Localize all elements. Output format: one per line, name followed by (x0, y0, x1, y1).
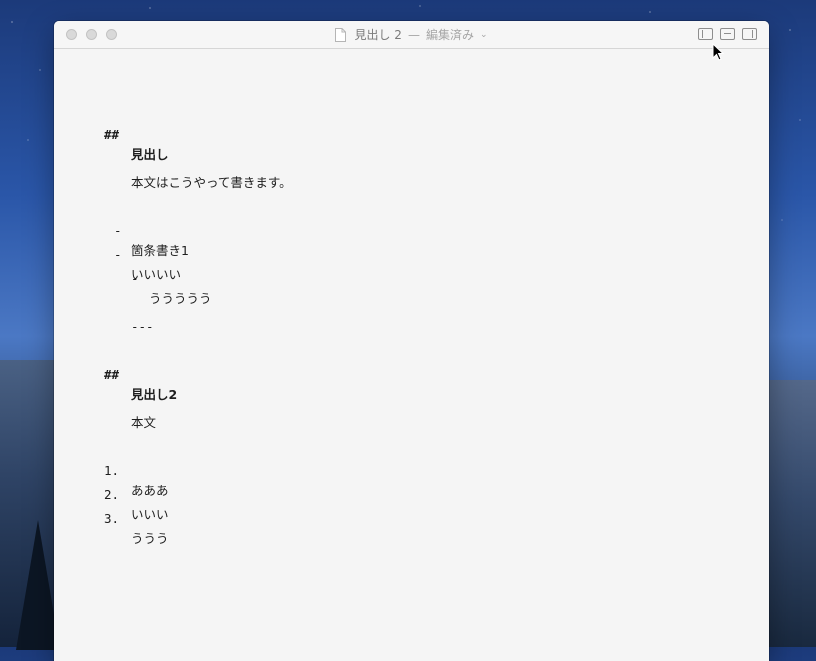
layout-icon[interactable] (720, 28, 735, 40)
mouse-pointer-icon (712, 43, 724, 61)
window-title[interactable]: 見出し 2 — 編集済み ⌄ (54, 21, 769, 48)
heading-marker: ## (104, 367, 120, 382)
numbered-text: いいい (131, 507, 169, 522)
numbered-line: 3. ううう (54, 489, 169, 546)
sub-bullet-text: ううううう (149, 291, 212, 306)
toolbar-buttons (698, 28, 757, 40)
editor-window: 見出し 2 — 編集済み ⌄ ## 見出し 本文はこうやって書きます。 - 箇条… (54, 21, 769, 661)
edit-status: 編集済み (425, 28, 474, 42)
heading-marker: ## (104, 127, 120, 142)
chevron-down-icon[interactable]: ⌄ (480, 30, 488, 40)
document-icon (335, 27, 347, 42)
heading-text: 見出し2 (131, 387, 178, 402)
numbered-text: あああ (131, 483, 169, 498)
editor-text-area[interactable]: ## 見出し 本文はこうやって書きます。 - 箇条書き1 - いいいい - うう… (54, 49, 769, 661)
title-separator: — (407, 27, 420, 42)
heading-line: ## 見出し2 (54, 345, 177, 402)
numbered-line: 2. いいい (54, 465, 169, 522)
body-text: 本文はこうやって書きます。 (131, 175, 292, 190)
number-marker: 1. (104, 463, 120, 478)
numbered-line: 1. あああ (54, 441, 169, 498)
numbered-text: ううう (131, 531, 169, 546)
body-line: 本文 (54, 393, 156, 430)
heading-text: 見出し (131, 147, 169, 162)
number-marker: 3. (104, 511, 120, 526)
body-line: 本文はこうやって書きます。 (54, 153, 292, 190)
document-name: 見出し 2 (354, 28, 402, 42)
number-marker: 2. (104, 487, 120, 502)
horizontal-rule-line: --- (54, 297, 154, 334)
bullet-text: 箇条書き1 (131, 243, 189, 258)
sub-bullet-line: - ううううう (54, 249, 212, 306)
desktop-mountain-right (768, 380, 816, 647)
title-bar[interactable]: 見出し 2 — 編集済み ⌄ (54, 21, 769, 49)
sidebar-left-icon[interactable] (698, 28, 713, 40)
bullet-line: - 箇条書き1 (54, 201, 189, 258)
sub-bullet-marker: - (131, 271, 139, 286)
heading-line: ## 見出し (54, 105, 169, 162)
horizontal-rule-text: --- (131, 319, 154, 334)
bullet-marker: - (114, 247, 122, 262)
body-text: 本文 (131, 415, 157, 430)
sidebar-right-icon[interactable] (742, 28, 757, 40)
bullet-line: - いいいい (54, 225, 181, 282)
bullet-marker: - (114, 223, 122, 238)
